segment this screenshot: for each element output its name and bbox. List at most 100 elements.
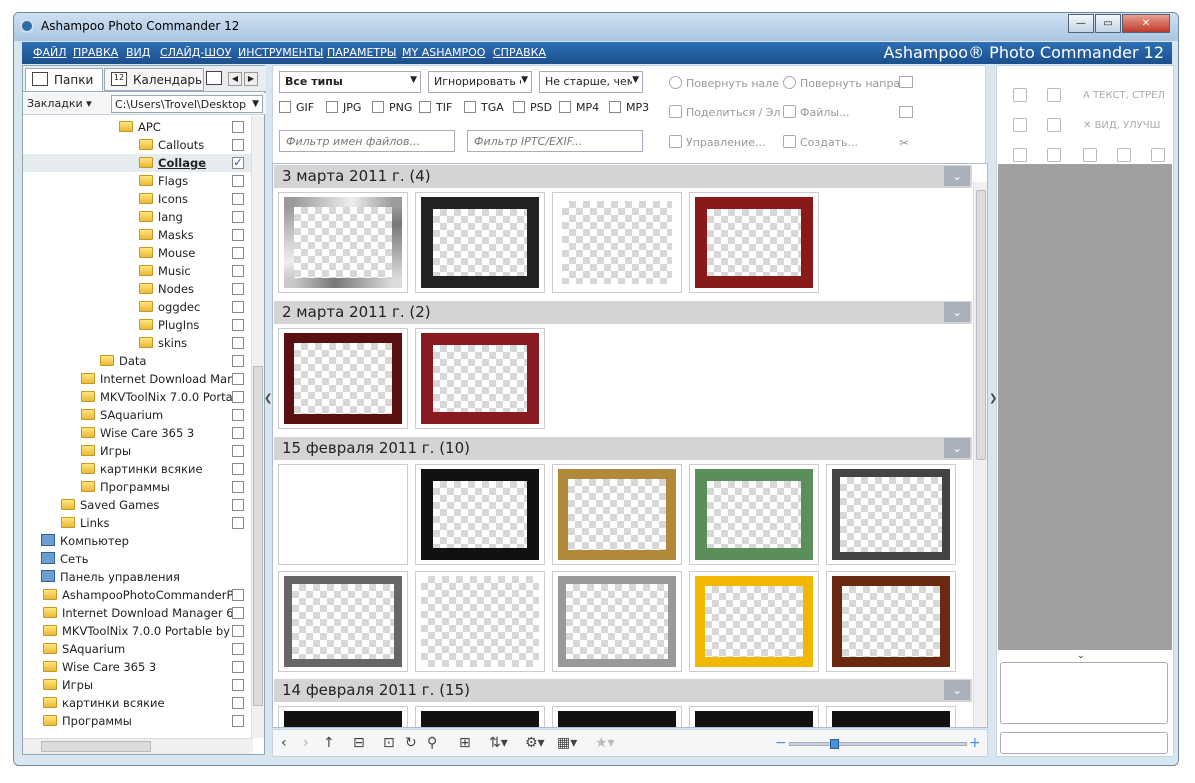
zoom-in-icon[interactable]: + [969,735,981,751]
tree-item-checkbox[interactable] [232,499,244,511]
tree-scroll-thumb[interactable] [253,366,263,706]
tree-item[interactable]: Программы [23,478,251,496]
expand-chevron-icon[interactable]: ⌄ [1077,651,1085,661]
thumbnail[interactable] [826,571,956,672]
text-arrows-button[interactable]: A ТЕКСТ, СТРЕЛ [1083,90,1165,101]
filetype-checkbox-tga[interactable]: TGA [464,101,504,114]
redo-icon[interactable] [1013,148,1027,162]
tree-item-checkbox[interactable] [232,661,244,673]
tree-item[interactable]: lang [23,208,251,226]
back-icon[interactable]: ‹ [281,735,287,751]
collapse-group-icon[interactable]: ⌄ [944,680,970,700]
thumbnail[interactable] [689,192,819,293]
create-button[interactable]: Создать... [783,135,858,149]
filename-filter-input[interactable]: Фильтр имен файлов... [279,130,455,152]
main-vertical-scrollbar[interactable] [973,182,987,727]
tree-item[interactable]: SAquarium [23,640,251,658]
tree-item-checkbox[interactable] [232,517,244,529]
tree-item[interactable]: Компьютер [23,532,251,550]
tree-item[interactable]: oggdec [23,298,251,316]
tree-item-checkbox[interactable] [232,319,244,331]
tab-next-arrow[interactable]: ▶ [244,72,258,86]
tree-item[interactable]: Data [23,352,251,370]
menu-file[interactable]: ФАЙЛ [33,46,67,59]
new-folder-icon[interactable]: ⊞ [459,735,471,751]
date-group-header[interactable]: 3 марта 2011 г. (4) ⌄ [274,165,972,188]
thumbnail[interactable] [415,328,545,429]
thumbnail[interactable] [415,571,545,672]
thumbnail[interactable] [689,571,819,672]
tree-item-checkbox[interactable] [232,265,244,277]
refresh-icon[interactable]: ↻ [405,735,417,751]
search-icon[interactable]: ⚲ [427,735,437,751]
rating-star-icon[interactable]: ★▾ [595,735,615,751]
menu-settings[interactable]: ПАРАМЕТРЫ [327,46,396,59]
wand-icon[interactable] [1047,148,1061,162]
thumbnail[interactable] [415,464,545,565]
tree-item[interactable]: MKVToolNix 7.0.0 Portable by D [23,622,251,640]
tree-item[interactable]: Wise Care 365 3 [23,424,251,442]
tree-item[interactable]: Игры [23,676,251,694]
filetype-checkbox-psd[interactable]: PSD [513,101,552,114]
color-icon[interactable] [1083,148,1097,162]
menu-view[interactable]: ВИД [126,46,150,59]
tree-item[interactable]: Игры [23,442,251,460]
tab-prev-arrow[interactable]: ◀ [228,72,242,86]
filetype-checkbox-mp3[interactable]: MP3 [609,101,649,114]
tree-item-checkbox[interactable] [232,679,244,691]
thumbnail[interactable] [415,706,545,727]
file-type-combo[interactable]: Все типы ▼ [279,71,421,93]
tree-item-checkbox[interactable] [232,193,244,205]
main-scroll-thumb[interactable] [976,190,986,460]
tree-item-checkbox[interactable]: ✓ [232,157,244,169]
copy-icon[interactable] [1013,88,1027,102]
tree-hscroll-thumb[interactable] [41,741,151,752]
tree-item-checkbox[interactable] [232,247,244,259]
slideshow-icon[interactable] [899,76,913,88]
tree-item-checkbox[interactable] [232,715,244,727]
tree-item[interactable]: Collage ✓ [23,154,251,172]
tree-item[interactable]: Internet Download Mana [23,370,251,388]
tree-item-checkbox[interactable] [232,175,244,187]
tree-vertical-scrollbar[interactable] [251,116,264,738]
tree-item[interactable]: Callouts [23,136,251,154]
filetype-checkbox-tif[interactable]: TIF [419,101,452,114]
tab-folders[interactable]: Папки [25,68,103,91]
collapse-group-icon[interactable]: ⌄ [944,166,970,186]
tree-item[interactable]: Nodes [23,280,251,298]
tree-item-checkbox[interactable] [232,121,244,133]
tree-item[interactable]: Saved Games [23,496,251,514]
thumbnail[interactable] [278,328,408,429]
tab-calendar[interactable]: 12 Календарь [104,68,204,91]
tree-item[interactable]: Программы [23,712,251,730]
tree-item-checkbox[interactable] [232,607,244,619]
tree-item-checkbox[interactable] [232,643,244,655]
thumbnail[interactable] [826,464,956,565]
zoom-out-icon[interactable]: − [775,735,787,751]
maximize-button[interactable]: ▭ [1095,14,1121,33]
tree-item[interactable]: картинки всякие [23,460,251,478]
tree-item-checkbox[interactable] [232,625,244,637]
files-button[interactable]: Файлы... [783,105,850,119]
view-mode-icon[interactable]: ▦▾ [557,735,577,751]
tree-item-checkbox[interactable] [232,211,244,223]
tree-item[interactable]: APC [23,118,251,136]
menu-help[interactable]: СПРАВКА [493,46,546,59]
age-combo[interactable]: Не старше, чем ▼ [539,71,643,93]
zoom-slider[interactable] [789,739,967,749]
thumbnail[interactable] [552,571,682,672]
resize-icon[interactable] [1117,148,1131,162]
thumbnail[interactable] [278,192,408,293]
menu-slideshow[interactable]: СЛАЙД-ШОУ [160,46,231,59]
thumbnail[interactable] [278,571,408,672]
collapse-left-arrow[interactable]: ❮ [264,393,272,404]
tree-item-checkbox[interactable] [232,301,244,313]
tree-item-checkbox[interactable] [232,427,244,439]
tree-item[interactable]: skins [23,334,251,352]
path-field[interactable]: C:\Users\Trovel\Desktop ▼ [111,95,263,113]
minimize-button[interactable]: — [1068,14,1094,33]
tree-item[interactable]: Music [23,262,251,280]
thumbnail[interactable] [278,464,408,565]
thumbnail[interactable] [415,192,545,293]
iptc-filter-input[interactable]: Фильтр IPTC/EXIF... [467,130,643,152]
